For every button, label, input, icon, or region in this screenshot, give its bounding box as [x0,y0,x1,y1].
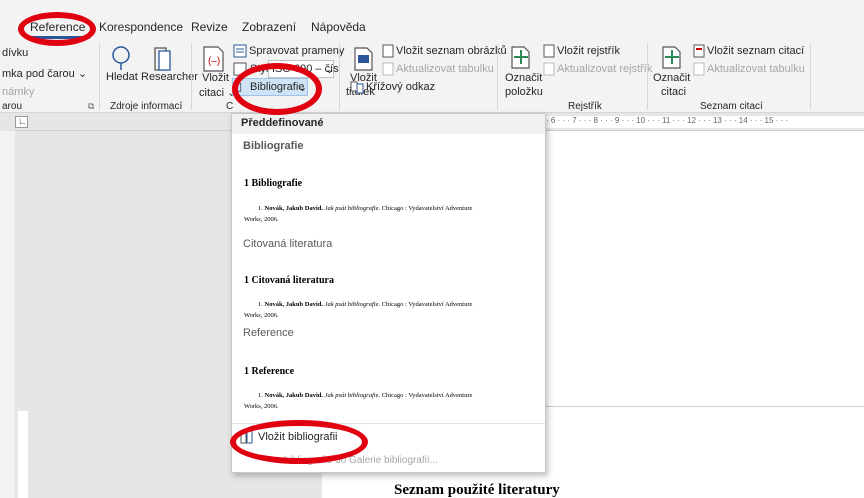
insert-toa-icon [693,44,705,58]
tab-selector-icon[interactable]: ∟ [15,116,28,128]
vlozit-rejstrik-button[interactable]: Vložit rejstřík [557,45,620,57]
mark-citation-icon[interactable] [660,44,684,70]
gallery-item-entry: 1. Novák, Jakub David. Jak psát bibliogr… [258,301,473,308]
dropdown-header: Předdefinované [241,117,324,129]
oznacit-polozku-label-2[interactable]: položku [505,86,543,98]
dialog-launcher-icon[interactable]: ⧉ [88,101,94,112]
group-separator [191,44,192,110]
aktualizovat-rejstrik-button[interactable]: Aktualizovat rejstřík [557,63,652,75]
gallery-item-heading: 1 Reference [244,366,295,377]
group-separator [810,44,811,110]
highlight-ring-reference-tab [18,12,96,46]
gallery-item-title: Citovaná literatura [243,238,333,250]
document-heading: Seznam použité literatury [394,482,560,498]
group-label-research: Zdroje informací [110,101,183,112]
ribbon-partial-label-2[interactable]: mka pod čarou ⌄ [2,67,87,80]
ribbon-partial-label-3: námky [2,86,35,98]
table-of-figures-icon [382,44,394,58]
chevron-down-icon: ⌄ [325,64,335,76]
manage-sources-icon [233,44,247,58]
search-icon[interactable] [107,44,135,72]
tab-korespondence[interactable]: Korespondence [99,20,183,34]
cross-reference-icon [350,80,364,94]
gallery-item-heading: 1 Bibliografie [244,178,303,189]
mark-entry-icon[interactable] [509,44,533,70]
group-label-footnotes: arou [2,101,23,112]
gallery-item-title: Reference [243,327,294,339]
gallery-item-citovana-literatura[interactable]: Citovaná literatura 1 Citovaná literatur… [232,232,545,330]
aktualizovat-tabulku-toa-button[interactable]: Aktualizovat tabulku [707,63,805,75]
gallery-item-entry-line2: Works, 2006. [244,216,279,223]
ribbon-partial-label-1[interactable]: dívku [2,47,28,59]
krizovy-odkaz-button[interactable]: Křížový odkaz [366,81,435,93]
bibliography-dropdown: Předdefinované Bibliografie 1 Bibliograf… [231,113,546,473]
tab-revize[interactable]: Revize [191,20,228,34]
gallery-item-heading: 1 Citovaná literatura [244,275,334,286]
group-label-index: Rejstřík [568,101,602,112]
aktualizovat-tabulku-button[interactable]: Aktualizovat tabulku [396,63,494,75]
gallery-item-title: Bibliografie [243,140,304,152]
gallery-item-entry-line2: Works, 2006. [244,403,279,410]
group-separator [647,44,648,110]
update-toa-icon [693,62,705,76]
group-separator [99,44,100,110]
gallery-item-entry: 1. Novák, Jakub David. Jak psát bibliogr… [258,205,473,212]
oznacit-citaci-label-2[interactable]: citaci [661,86,686,98]
vlozit-seznam-citaci-button[interactable]: Vložit seznam citací [707,45,804,57]
hledat-button[interactable]: Hledat [106,71,138,83]
oznacit-citaci-label[interactable]: Označit [653,72,690,84]
insert-index-icon [543,44,555,58]
group-separator [339,44,340,110]
ribbon-tab-bar: Reference Korespondence Revize Zobrazení… [0,0,864,40]
tab-napoveda[interactable]: Nápověda [311,20,366,34]
highlight-ring-bibliography-button [232,63,322,115]
insert-caption-icon[interactable] [353,46,375,72]
vlozit-seznam-obrazku-button[interactable]: Vložit seznam obrázků [396,45,507,57]
gallery-item-entry-line2: Works, 2006. [244,312,279,319]
researcher-icon[interactable] [150,45,176,73]
group-label-citations: C [226,101,234,112]
spravovat-prameny-button[interactable]: Spravovat prameny [249,45,344,57]
group-separator [497,44,498,110]
group-label-toa: Seznam citací [700,101,763,112]
update-index-icon [543,62,555,76]
oznacit-polozku-label[interactable]: Označit [505,72,542,84]
vlozit-citaci-label-2[interactable]: citaci ⌄ [199,86,236,99]
gallery-item-reference[interactable]: Reference 1 Reference 1. Novák, Jakub Da… [232,322,545,418]
tab-zobrazeni[interactable]: Zobrazení [242,20,296,34]
vlozit-citaci-label[interactable]: Vložit [202,72,229,84]
highlight-ring-insert-bibliography [230,420,368,464]
update-table-icon [382,62,394,76]
ruler-marks: · 6 · · · 7 · · · 8 · · · 9 · · · 10 · ·… [546,116,789,125]
gallery-item-entry: 1. Novák, Jakub David. Jak psát bibliogr… [258,392,473,399]
chevron-down-icon: ⌄ [77,68,88,80]
researcher-button[interactable]: Researcher [141,71,198,83]
insert-citation-icon[interactable]: (–) [200,45,226,73]
vertical-ruler [15,131,31,498]
svg-text:(–): (–) [208,56,220,67]
gallery-item-bibliografie[interactable]: Bibliografie 1 Bibliografie 1. Novák, Ja… [232,134,545,232]
